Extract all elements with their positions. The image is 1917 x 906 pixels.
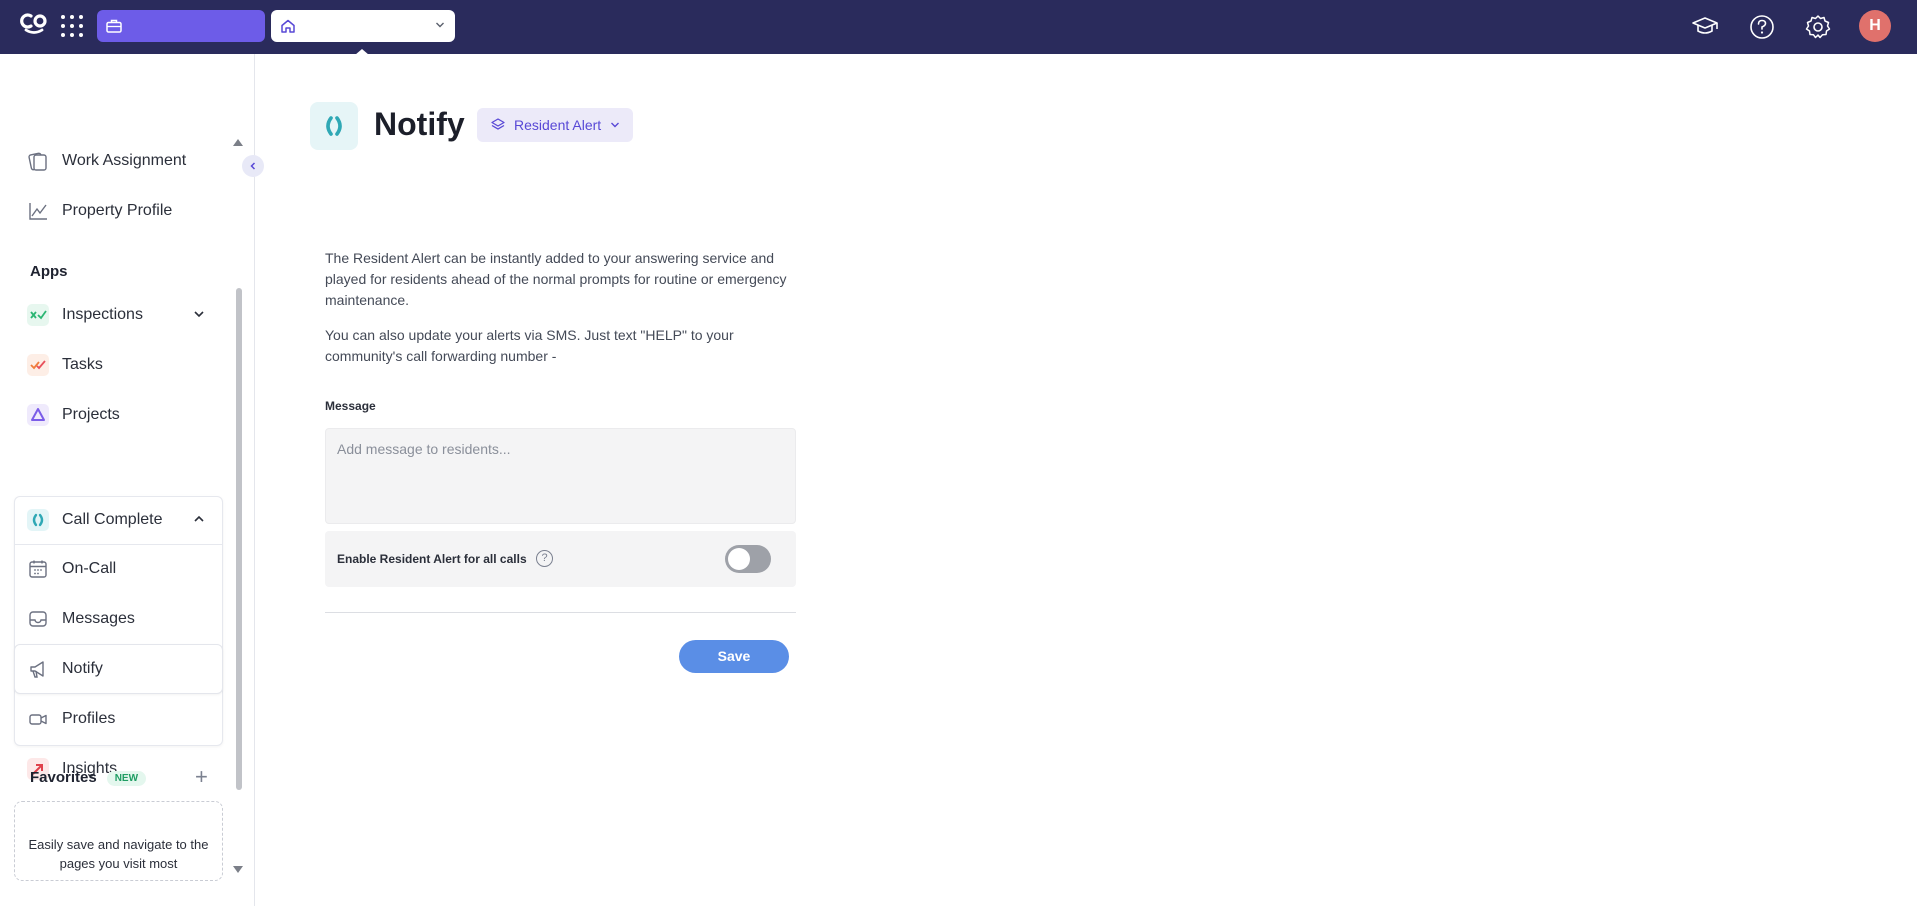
- form-divider: [325, 612, 796, 613]
- sidebar-item-profiles[interactable]: Profiles: [14, 695, 223, 743]
- briefcase-icon: [106, 19, 122, 33]
- projects-icon: [27, 404, 49, 426]
- page-selector-pointer: [355, 49, 369, 55]
- video-icon: [27, 708, 49, 730]
- sms-help-text: You can also update your alerts via SMS.…: [325, 327, 734, 364]
- sidebar-item-call-complete[interactable]: Call Complete: [14, 496, 223, 544]
- new-badge: NEW: [106, 770, 147, 786]
- add-favorite-icon[interactable]: +: [195, 766, 208, 788]
- save-button[interactable]: Save: [679, 640, 789, 673]
- enable-alert-row: Enable Resident Alert for all calls ?: [325, 531, 796, 587]
- chevron-up-icon[interactable]: [193, 514, 205, 524]
- sidebar-item-work-assignment[interactable]: Work Assignment: [14, 137, 223, 185]
- work-assignment-icon: [27, 150, 49, 172]
- home-icon: [281, 19, 295, 33]
- call-complete-icon: [27, 509, 49, 531]
- apps-section-title: Apps: [30, 263, 68, 280]
- chevron-down-icon[interactable]: [193, 309, 205, 319]
- sidebar-item-projects[interactable]: Projects: [14, 391, 223, 439]
- help-tooltip-icon[interactable]: ?: [536, 550, 553, 567]
- sidebar-item-notify[interactable]: Notify: [14, 645, 223, 693]
- collapse-sidebar-button[interactable]: [242, 155, 264, 177]
- favorites-empty-text: Easily save and navigate to the pages yo…: [28, 837, 209, 871]
- favorites-title: Favorites: [30, 769, 97, 786]
- sidebar-item-label: Call Complete: [62, 511, 163, 528]
- scroll-down-arrow[interactable]: [233, 866, 243, 873]
- tasks-icon: [27, 354, 49, 376]
- favorites-empty-state: Easily save and navigate to the pages yo…: [14, 801, 223, 881]
- enable-alert-label: Enable Resident Alert for all calls: [337, 552, 527, 566]
- sidebar-item-label: Projects: [62, 406, 120, 423]
- chevron-left-icon: [250, 162, 256, 170]
- message-label: Message: [325, 399, 376, 413]
- sidebar-item-label: Inspections: [62, 306, 143, 323]
- sidebar-item-label: Messages: [62, 610, 135, 627]
- top-navigation-bar: H: [0, 0, 1917, 55]
- sidebar-item-label: Tasks: [62, 356, 103, 373]
- sidebar-item-on-call[interactable]: On-Call: [14, 545, 223, 593]
- apps-grid-icon[interactable]: [61, 15, 83, 37]
- toggle-knob: [728, 548, 750, 570]
- enable-alert-toggle[interactable]: [725, 545, 771, 573]
- sidebar-scrollbar-thumb[interactable]: [236, 288, 242, 790]
- layers-icon: [491, 118, 505, 130]
- megaphone-icon: [27, 658, 49, 680]
- scroll-up-arrow[interactable]: [233, 139, 243, 146]
- user-avatar[interactable]: H: [1859, 10, 1891, 42]
- settings-gear-icon[interactable]: [1803, 12, 1833, 42]
- inspections-icon: [27, 304, 49, 326]
- notify-app-icon: [310, 102, 358, 150]
- message-input[interactable]: [325, 428, 796, 524]
- graduation-cap-icon[interactable]: [1690, 12, 1720, 42]
- inbox-icon: [27, 608, 49, 630]
- sidebar-item-label: Work Assignment: [62, 152, 187, 169]
- sidebar-item-label: Profiles: [62, 710, 116, 727]
- help-circle-icon[interactable]: [1747, 12, 1777, 42]
- calendar-icon: [27, 558, 49, 580]
- sidebar: Work Assignment Property Profile Apps In…: [0, 54, 255, 906]
- logo-icon[interactable]: [20, 11, 48, 35]
- description-text: The Resident Alert can be instantly adde…: [325, 250, 787, 308]
- sidebar-item-messages[interactable]: Messages: [14, 595, 223, 643]
- sidebar-item-tasks[interactable]: Tasks: [14, 341, 223, 389]
- chevron-down-icon: [611, 122, 620, 128]
- organization-selector[interactable]: [97, 10, 265, 42]
- page-selector[interactable]: [271, 10, 455, 42]
- alert-type-label: Resident Alert: [514, 117, 602, 133]
- sidebar-item-inspections[interactable]: Inspections: [14, 291, 223, 339]
- sidebar-item-label: Property Profile: [62, 202, 173, 219]
- alert-type-selector[interactable]: Resident Alert: [477, 108, 633, 142]
- sidebar-item-property-profile[interactable]: Property Profile: [14, 187, 223, 235]
- chevron-down-icon: [436, 22, 444, 28]
- page-title: Notify: [374, 106, 465, 142]
- sidebar-item-label: Notify: [62, 660, 103, 677]
- favorites-title-row: Favorites NEW: [30, 769, 147, 786]
- property-chart-icon: [27, 200, 49, 222]
- sidebar-item-label: On-Call: [62, 560, 117, 577]
